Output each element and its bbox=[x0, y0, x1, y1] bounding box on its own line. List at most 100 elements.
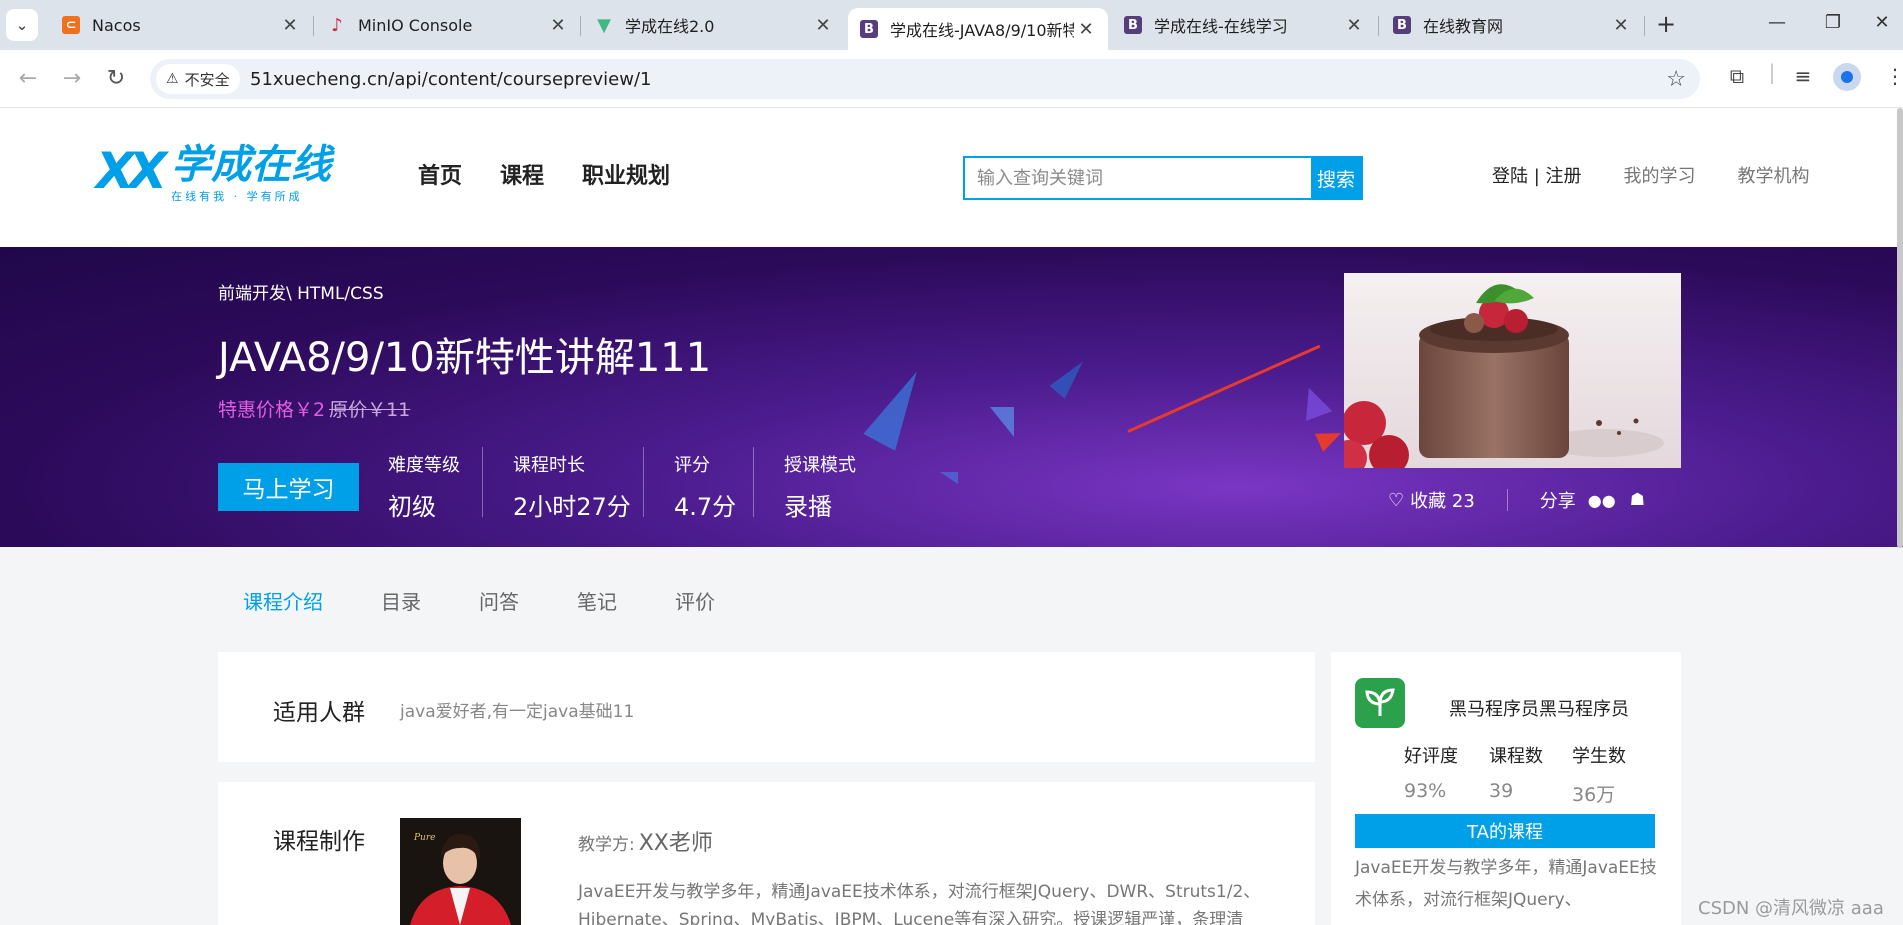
close-icon[interactable]: ✕ bbox=[1342, 15, 1366, 36]
teacher-description: JavaEE开发与教学多年，精通JavaEE技术体系，对流行框架JQuery、D… bbox=[578, 882, 1261, 925]
production-heading: 课程制作 bbox=[273, 829, 365, 855]
org-stat-students: 学生数 36万 bbox=[1572, 746, 1626, 806]
tab-reviews[interactable]: 评价 bbox=[675, 586, 715, 615]
tab-search-chevron-icon[interactable]: ⌄ bbox=[6, 9, 38, 41]
wechat-icon[interactable]: ●● bbox=[1588, 491, 1616, 510]
new-tab-plus-icon[interactable]: + bbox=[1652, 10, 1680, 38]
security-label: 不安全 bbox=[184, 70, 230, 89]
decorative-shard bbox=[863, 363, 933, 451]
browser-tab-nacos[interactable]: ⊂ Nacos ✕ bbox=[50, 8, 312, 42]
site-header: XX 学成在线 在线有我 · 学有所成 首页 课程 职业规划 搜索 登陆 | 注… bbox=[0, 108, 1903, 247]
stat-duration: 课程时长 2小时27分 bbox=[513, 455, 631, 521]
org-name[interactable]: 黑马程序员黑马程序员 bbox=[1449, 695, 1629, 721]
stat-mode: 授课模式 录播 bbox=[784, 455, 856, 521]
tab-divider bbox=[1378, 16, 1379, 36]
browser-tab-course-preview[interactable]: B 学成在线-JAVA8/9/10新特 ✕ bbox=[848, 8, 1108, 50]
nav-courses[interactable]: 课程 bbox=[500, 158, 544, 190]
window-close-icon[interactable]: ✕ bbox=[1861, 8, 1903, 38]
tab-title: 学成在线2.0 bbox=[625, 17, 715, 36]
search-box: 搜索 bbox=[963, 156, 1363, 200]
browser-tab-education[interactable]: B 在线教育网 ✕ bbox=[1381, 8, 1643, 42]
browser-tab-online-learning[interactable]: B 学成在线-在线学习 ✕ bbox=[1112, 8, 1376, 42]
decorative-shard bbox=[1049, 355, 1091, 399]
nav-home[interactable]: 首页 bbox=[418, 158, 462, 190]
institution-link[interactable]: 教学机构 bbox=[1738, 162, 1810, 188]
login-register-link[interactable]: 登陆 | 注册 bbox=[1492, 162, 1582, 188]
reload-icon[interactable]: ↻ bbox=[100, 63, 132, 95]
close-icon[interactable]: ✕ bbox=[1074, 19, 1098, 40]
profile-avatar-icon[interactable] bbox=[1833, 63, 1861, 91]
course-price: 特惠价格￥2 原价￥11 bbox=[218, 395, 410, 422]
decorative-shard bbox=[940, 472, 958, 484]
logo-name: 学成在线 bbox=[171, 142, 332, 188]
logo-xx-icon: XX bbox=[96, 142, 167, 200]
forward-arrow-icon[interactable]: → bbox=[56, 63, 88, 95]
decorative-shard bbox=[1295, 383, 1333, 421]
audience-text: java爱好者,有一定java基础11 bbox=[400, 702, 635, 722]
tab-divider bbox=[1644, 16, 1645, 36]
bookmark-star-icon[interactable]: ☆ bbox=[1666, 67, 1686, 92]
search-input[interactable] bbox=[965, 158, 1311, 198]
page-scrollbar[interactable] bbox=[1897, 108, 1903, 548]
main-nav: 首页 课程 职业规划 bbox=[418, 158, 708, 190]
extensions-puzzle-icon[interactable]: ⧉ bbox=[1722, 64, 1752, 88]
tab-title: 学成在线-在线学习 bbox=[1154, 17, 1288, 36]
security-warning-chip[interactable]: ⚠ 不安全 bbox=[156, 64, 240, 94]
bootstrap-icon: B bbox=[1393, 16, 1411, 34]
csdn-watermark: CSDN @清风微凉 aaa bbox=[1698, 898, 1884, 919]
close-icon[interactable]: ✕ bbox=[811, 15, 835, 36]
course-title: JAVA8/9/10新特性讲解111 bbox=[218, 335, 712, 381]
close-icon[interactable]: ✕ bbox=[1609, 15, 1633, 36]
close-icon[interactable]: ✕ bbox=[278, 15, 302, 36]
logo-slogan: 在线有我 · 学有所成 bbox=[171, 190, 303, 203]
org-description: JavaEE开发与教学多年，精通JavaEE技术体系，对流行框架JQuery、 bbox=[1355, 858, 1657, 910]
audience-heading: 适用人群 bbox=[273, 700, 365, 726]
header-links: 登陆 | 注册 我的学习 教学机构 bbox=[1492, 162, 1810, 188]
search-button[interactable]: 搜索 bbox=[1311, 158, 1361, 198]
tab-catalog[interactable]: 目录 bbox=[381, 586, 421, 615]
org-logo-leaf-icon[interactable] bbox=[1355, 678, 1405, 728]
teacher-info: 教学方: XX老师 bbox=[578, 831, 713, 856]
course-tabs: 课程介绍 目录 问答 笔记 评价 bbox=[243, 586, 773, 615]
stat-rating: 评分 4.7分 bbox=[674, 455, 737, 521]
tab-title: MinIO Console bbox=[358, 15, 473, 35]
tab-divider bbox=[580, 16, 581, 36]
browser-toolbar: ← → ↻ ⚠ 不安全 51xuecheng.cn/api/content/co… bbox=[0, 50, 1903, 108]
study-now-button[interactable]: 马上学习 bbox=[218, 463, 359, 511]
restore-icon[interactable]: ❐ bbox=[1805, 8, 1861, 38]
browser-tab-minio[interactable]: ♪ MinIO Console ✕ bbox=[316, 8, 580, 42]
stat-difficulty: 难度等级 初级 bbox=[388, 455, 460, 521]
my-learning-link[interactable]: 我的学习 bbox=[1624, 162, 1696, 188]
address-bar[interactable]: ⚠ 不安全 51xuecheng.cn/api/content/coursepr… bbox=[150, 59, 1700, 99]
tab-notes[interactable]: 笔记 bbox=[577, 586, 617, 615]
close-icon[interactable]: ✕ bbox=[546, 15, 570, 36]
site-logo[interactable]: XX 学成在线 在线有我 · 学有所成 bbox=[96, 144, 331, 204]
tab-title: 在线教育网 bbox=[1423, 17, 1504, 36]
minimize-icon[interactable]: — bbox=[1749, 8, 1805, 38]
teacher-name: XX老师 bbox=[638, 831, 713, 856]
media-queue-icon[interactable]: ≡ bbox=[1788, 64, 1818, 88]
qq-icon[interactable]: ☗ bbox=[1630, 490, 1645, 510]
more-menu-icon[interactable]: ⋮ bbox=[1880, 64, 1903, 88]
org-stat-rating: 好评度 93% bbox=[1404, 746, 1458, 802]
share-label: 分享 bbox=[1539, 491, 1576, 512]
stat-divider bbox=[643, 447, 644, 517]
svg-text:Pure: Pure bbox=[413, 833, 435, 843]
course-breadcrumb: 前端开发\ HTML/CSS bbox=[218, 284, 384, 304]
ta-courses-button[interactable]: TA的课程 bbox=[1355, 814, 1655, 848]
tab-intro[interactable]: 课程介绍 bbox=[243, 586, 323, 615]
nav-career[interactable]: 职业规划 bbox=[582, 158, 670, 190]
back-arrow-icon[interactable]: ← bbox=[12, 63, 44, 95]
bootstrap-icon: B bbox=[1124, 16, 1142, 34]
toolbar-divider: | bbox=[1768, 60, 1776, 84]
tab-divider bbox=[313, 16, 314, 36]
discount-price: 特惠价格￥2 bbox=[218, 399, 326, 421]
vue-icon: ▼ bbox=[597, 14, 611, 36]
favorite-heart-icon[interactable]: ♡ bbox=[1388, 490, 1404, 511]
url-text[interactable]: 51xuecheng.cn/api/content/coursepreview/… bbox=[250, 69, 651, 90]
favorite-count[interactable]: 收藏 23 bbox=[1410, 487, 1475, 513]
browser-tab-xuecheng2[interactable]: ▼ 学成在线2.0 ✕ bbox=[583, 8, 845, 42]
warning-triangle-icon: ⚠ bbox=[166, 71, 179, 87]
tab-qa[interactable]: 问答 bbox=[479, 586, 519, 615]
original-price: 原价￥11 bbox=[329, 399, 411, 421]
